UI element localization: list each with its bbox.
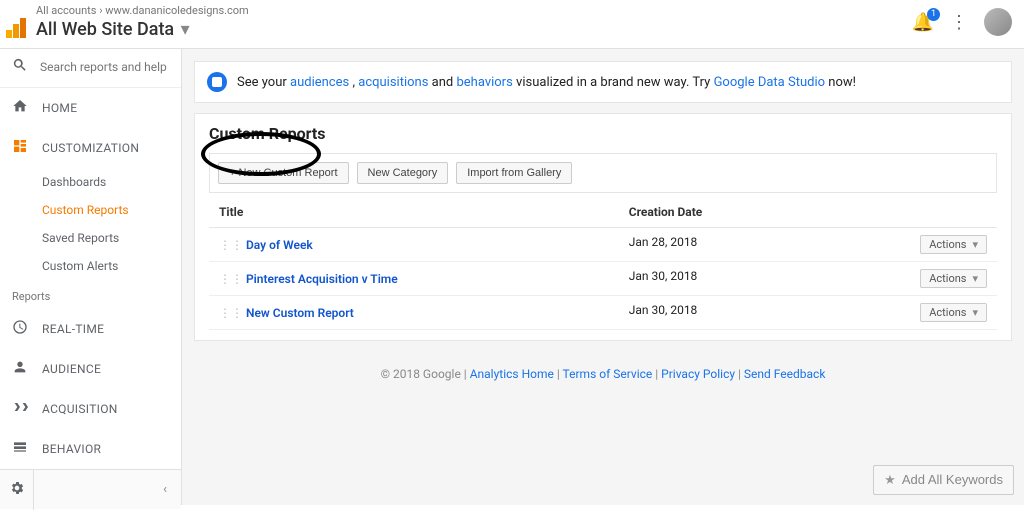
sidebar-item-acquisition[interactable]: ACQUISITION <box>0 389 181 429</box>
chevron-down-icon: ▾ <box>181 19 190 40</box>
view-title: All Web Site Data <box>36 19 174 40</box>
actions-button[interactable]: Actions▾ <box>920 303 987 322</box>
import-from-gallery-button[interactable]: Import from Gallery <box>456 162 572 184</box>
table-row: ⋮⋮ Pinterest Acquisition v Time Jan 30, … <box>209 262 997 296</box>
kebab-icon: ⋮ <box>950 12 968 33</box>
link-audiences[interactable]: audiences <box>290 75 349 90</box>
sidebar: Search reports and help HOME CUSTOMIZATI… <box>0 49 182 505</box>
sidebar-item-label: CUSTOMIZATION <box>42 141 139 155</box>
sidebar-item-label: BEHAVIOR <box>42 442 101 456</box>
drag-handle-icon[interactable]: ⋮⋮ <box>219 306 243 320</box>
link-acquisitions[interactable]: acquisitions <box>358 75 428 90</box>
new-category-button[interactable]: New Category <box>357 162 449 184</box>
drag-handle-icon[interactable]: ⋮⋮ <box>219 238 243 252</box>
chevron-down-icon: ▾ <box>972 238 978 251</box>
sidebar-sub-custom-alerts[interactable]: Custom Alerts <box>0 252 181 280</box>
ga-logo-icon <box>6 18 26 38</box>
reports-table: Title Creation Date ⋮⋮ Day of Week Jan 2… <box>209 197 997 330</box>
new-custom-report-button[interactable]: + New Custom Report <box>218 162 349 184</box>
panel-toolbar: + New Custom Report New Category Import … <box>209 153 997 193</box>
gear-icon <box>9 480 25 500</box>
actions-button[interactable]: Actions▾ <box>920 269 987 288</box>
link-send-feedback[interactable]: Send Feedback <box>744 367 826 381</box>
report-link[interactable]: Pinterest Acquisition v Time <box>246 272 398 286</box>
sidebar-item-behavior[interactable]: BEHAVIOR <box>0 429 181 469</box>
acquisition-icon <box>12 399 28 419</box>
link-terms-of-service[interactable]: Terms of Service <box>563 367 653 381</box>
sidebar-item-customization[interactable]: CUSTOMIZATION <box>0 128 181 168</box>
chevron-down-icon: ▾ <box>972 272 978 285</box>
collapse-sidebar-button[interactable]: ‹ <box>34 482 181 497</box>
footer-links: © 2018 Google | Analytics Home | Terms o… <box>182 351 1024 397</box>
search-placeholder: Search reports and help <box>40 60 167 74</box>
sidebar-sub-saved-reports[interactable]: Saved Reports <box>0 224 181 252</box>
notifications-count: 1 <box>927 8 940 21</box>
sidebar-item-home[interactable]: HOME <box>0 88 181 128</box>
breadcrumb-separator: › <box>99 4 102 17</box>
chevron-down-icon: ▾ <box>972 306 978 319</box>
star-icon: ★ <box>884 472 896 487</box>
breadcrumb-domain: www.dananicoledesigns.com <box>105 4 248 17</box>
report-link[interactable]: Day of Week <box>246 238 313 252</box>
add-all-keywords-button[interactable]: ★Add All Keywords <box>873 465 1014 495</box>
report-link[interactable]: New Custom Report <box>246 306 354 320</box>
sidebar-item-audience[interactable]: AUDIENCE <box>0 349 181 389</box>
view-selector[interactable]: All Web Site Data ▾ <box>36 19 249 40</box>
clock-icon <box>12 319 28 339</box>
actions-button[interactable]: Actions▾ <box>920 235 987 254</box>
sidebar-item-label: ACQUISITION <box>42 402 118 416</box>
table-row: ⋮⋮ New Custom Report Jan 30, 2018 Action… <box>209 296 997 330</box>
search-input[interactable]: Search reports and help <box>0 49 181 88</box>
avatar[interactable] <box>984 8 1012 36</box>
link-google-data-studio[interactable]: Google Data Studio <box>714 75 825 90</box>
search-icon <box>12 57 28 77</box>
custom-reports-panel: Custom Reports + New Custom Report New C… <box>194 113 1012 341</box>
table-row: ⋮⋮ Day of Week Jan 28, 2018 Actions▾ <box>209 228 997 262</box>
breadcrumb[interactable]: All accounts › www.dananicoledesigns.com <box>36 4 249 17</box>
col-creation-date: Creation Date <box>619 197 997 228</box>
notifications-button[interactable]: 🔔 1 <box>912 12 934 33</box>
sidebar-reports-header: Reports <box>0 280 181 309</box>
link-analytics-home[interactable]: Analytics Home <box>470 367 554 381</box>
top-bar: All accounts › www.dananicoledesigns.com… <box>0 0 1024 49</box>
link-privacy-policy[interactable]: Privacy Policy <box>661 367 735 381</box>
more-menu-button[interactable]: ⋮ <box>950 12 968 33</box>
person-icon <box>12 359 28 379</box>
panel-title: Custom Reports <box>209 124 997 143</box>
creation-date: Jan 30, 2018 <box>629 269 698 283</box>
data-studio-banner: See your audiences , acquisitions and be… <box>194 61 1012 103</box>
customization-icon <box>12 138 28 158</box>
chevron-left-icon: ‹ <box>163 482 167 497</box>
creation-date: Jan 28, 2018 <box>629 235 698 249</box>
drag-handle-icon[interactable]: ⋮⋮ <box>219 272 243 286</box>
col-title: Title <box>209 197 619 228</box>
link-behaviors[interactable]: behaviors <box>456 75 512 90</box>
home-icon <box>12 98 28 118</box>
admin-button[interactable] <box>0 470 34 510</box>
creation-date: Jan 30, 2018 <box>629 303 698 317</box>
sidebar-sub-dashboards[interactable]: Dashboards <box>0 168 181 196</box>
sidebar-sub-custom-reports[interactable]: Custom Reports <box>0 196 181 224</box>
sidebar-item-label: HOME <box>42 101 77 115</box>
sidebar-item-label: REAL-TIME <box>42 322 104 336</box>
breadcrumb-all: All accounts <box>36 4 96 17</box>
sidebar-item-realtime[interactable]: REAL-TIME <box>0 309 181 349</box>
sidebar-item-label: AUDIENCE <box>42 362 101 376</box>
main-content: See your audiences , acquisitions and be… <box>182 49 1024 505</box>
data-studio-icon <box>207 72 227 92</box>
footer-copyright: © 2018 Google <box>381 367 461 381</box>
behavior-icon <box>12 439 28 459</box>
